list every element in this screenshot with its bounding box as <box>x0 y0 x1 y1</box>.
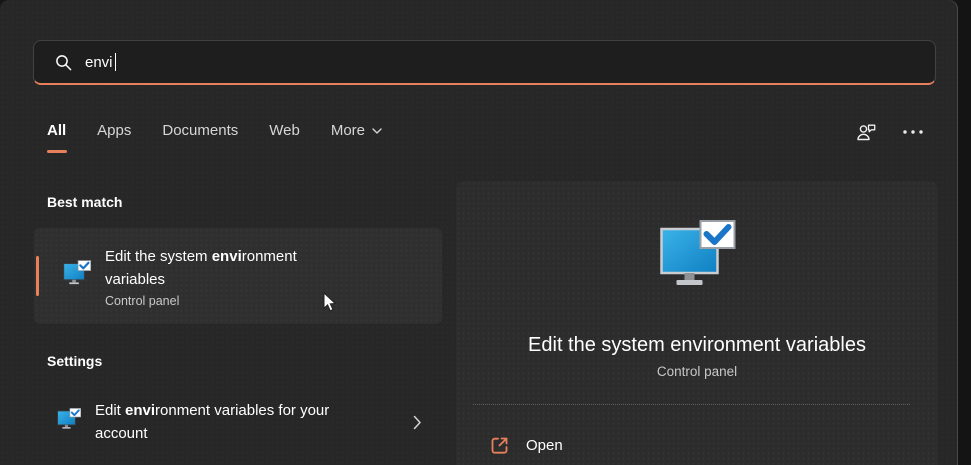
tab-documents-label: Documents <box>162 122 239 139</box>
chevron-down-icon <box>372 127 382 134</box>
matched-query-text: envi <box>211 247 242 265</box>
search-filter-tabs: All Apps Documents Web More <box>47 122 382 153</box>
topbar-actions <box>856 121 924 143</box>
search-icon <box>55 54 72 71</box>
preview-divider <box>456 404 938 405</box>
tab-apps[interactable]: Apps <box>97 122 131 153</box>
selection-accent-bar <box>36 256 39 296</box>
mouse-cursor-arrow <box>323 291 338 318</box>
more-options-ellipsis-icon[interactable] <box>902 121 924 143</box>
monitor-checkmark-icon <box>63 260 91 292</box>
search-query-text: envi <box>85 53 113 71</box>
text-cursor <box>114 53 116 71</box>
best-match-result-item[interactable]: Edit the system environment variables Co… <box>34 228 442 324</box>
monitor-checkmark-icon <box>57 408 81 436</box>
search-flyout-window: envi All Apps Documents Web More Best ma… <box>0 0 957 465</box>
settings-item-text: Edit environment variables for your acco… <box>95 399 330 445</box>
best-match-subtitle: Control panel <box>105 293 180 308</box>
settings-result-item[interactable]: Edit environment variables for your acco… <box>34 390 442 454</box>
tab-web-label: Web <box>269 122 300 139</box>
tab-all[interactable]: All <box>47 122 67 153</box>
best-match-text: Edit the system environment variables Co… <box>105 245 350 308</box>
feedback-account-icon[interactable] <box>856 121 878 143</box>
best-match-title: Edit the system environment variables <box>105 247 297 288</box>
tab-documents[interactable]: Documents <box>162 122 238 153</box>
tab-more-label: More <box>330 122 366 139</box>
tab-all-label: All <box>47 122 67 139</box>
screen-edge-artifact <box>958 0 971 465</box>
active-tab-indicator <box>47 150 67 153</box>
open-button-label: Open <box>526 437 563 454</box>
open-external-icon <box>490 436 509 455</box>
settings-heading: Settings <box>47 353 103 369</box>
preview-subtitle: Control panel <box>656 364 738 379</box>
best-match-heading: Best match <box>47 194 123 210</box>
tab-apps-label: Apps <box>97 122 132 139</box>
open-action-button[interactable]: Open <box>456 426 938 465</box>
chevron-right-icon <box>413 415 422 430</box>
result-preview-panel: Edit the system environment variables Co… <box>456 181 938 465</box>
settings-item-title: Edit environment variables for your acco… <box>95 402 330 442</box>
tab-more[interactable]: More <box>331 122 382 153</box>
tab-web[interactable]: Web <box>269 122 300 153</box>
preview-title: Edit the system environment variables <box>528 334 866 356</box>
monitor-checkmark-icon-large <box>659 220 736 297</box>
matched-query-text: envi <box>125 402 156 419</box>
search-input[interactable]: envi <box>33 40 936 85</box>
